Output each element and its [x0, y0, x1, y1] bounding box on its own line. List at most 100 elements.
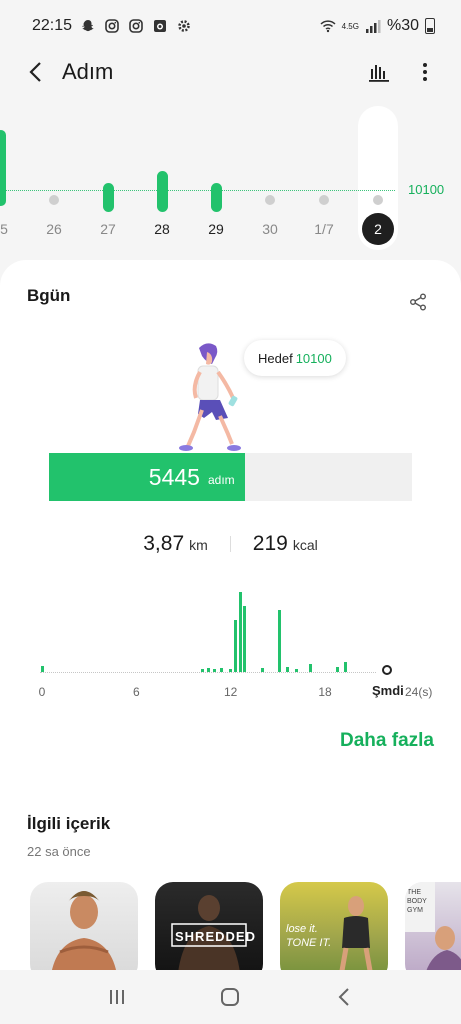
walking-person-illustration [179, 343, 241, 451]
more-link[interactable]: Daha fazla [340, 730, 434, 752]
home-icon [221, 988, 240, 1006]
thumb-3-text: lose it. TONE IT. [286, 923, 332, 949]
today-card: Bgün Hedef 10100 5445 adım 3,87 km 219 k… [0, 260, 461, 972]
goal-bubble: Hedef 10100 [244, 340, 346, 376]
day-bar-28[interactable] [156, 171, 168, 212]
step-progress-fill: 5445 adım [49, 453, 245, 501]
day-dot-1-7[interactable] [319, 195, 329, 205]
camera-app-icon [152, 18, 168, 34]
calories-unit: kcal [292, 537, 318, 553]
wifi-icon [320, 18, 336, 34]
distance-value: 3,87 [143, 532, 185, 555]
battery-icon [425, 18, 435, 34]
related-thumb-2[interactable]: SHREDDED [155, 882, 263, 972]
home-button[interactable] [210, 977, 250, 1017]
today-label: Bgün [27, 286, 71, 305]
day-bar-27[interactable] [102, 182, 114, 212]
hour-bar [40, 665, 44, 672]
hour-bar [309, 664, 313, 672]
recents-icon [109, 990, 124, 1004]
back-button[interactable] [16, 52, 56, 92]
network-type: 4.5G [341, 21, 359, 31]
hour-bar [219, 668, 223, 672]
system-nav-bar [0, 970, 461, 1024]
day-dot-2[interactable] [373, 195, 383, 205]
hour-bar [200, 668, 204, 672]
step-count: 5445 [148, 463, 200, 490]
hour-bar [233, 620, 237, 672]
shredded-workout-image [171, 895, 247, 972]
app-header: Adım [0, 52, 461, 92]
hour-bar [295, 668, 299, 672]
back-arrow-icon [29, 62, 41, 82]
share-button[interactable] [404, 288, 432, 316]
status-time: 22:15 [32, 17, 73, 34]
hour-tick-6: 6 [132, 685, 140, 699]
instagram-icon [128, 18, 144, 34]
hour-bar [213, 668, 217, 672]
more-vertical-icon [423, 63, 427, 81]
hour-tick-18: 18 [318, 685, 332, 699]
hour-bar [277, 609, 281, 672]
hour-bar [343, 662, 347, 672]
day-dot-30[interactable] [265, 195, 275, 205]
nav-back-icon [338, 988, 349, 1006]
share-icon [410, 293, 426, 311]
goal-line [0, 190, 395, 191]
day-label-29[interactable]: 29 [196, 221, 236, 237]
goal-value: 10100 [295, 350, 332, 366]
related-content-carousel[interactable]: SHREDDED lose it. TONE IT. THE BODY GYM [30, 882, 461, 972]
distance-unit: km [189, 537, 208, 553]
goal-prefix: Hedef [258, 350, 293, 366]
related-thumb-4[interactable]: THE BODY GYM [405, 882, 461, 972]
more-options-button[interactable] [409, 56, 441, 88]
selected-day-label[interactable]: 2 [362, 213, 394, 245]
snapchat-icon [80, 18, 96, 34]
fitness-man-image [51, 891, 117, 972]
related-content-title: İlgili içerik [27, 814, 111, 833]
signal-icon [365, 18, 381, 34]
hour-bar [285, 667, 289, 672]
day-label-26[interactable]: 26 [34, 221, 74, 237]
day-label-27[interactable]: 27 [88, 221, 128, 237]
related-thumb-3[interactable]: lose it. TONE IT. [280, 882, 388, 972]
now-marker [382, 665, 392, 675]
settings-icon [176, 18, 192, 34]
hour-bar [243, 606, 247, 672]
day-bar-5[interactable] [0, 130, 6, 206]
day-label-30[interactable]: 30 [250, 221, 290, 237]
calories-value: 219 [252, 532, 288, 555]
related-content-time: 22 sa önce [27, 844, 91, 859]
status-bar: 22:15 4.5G %30 [0, 0, 461, 52]
stats-divider [229, 536, 231, 552]
hour-bar [260, 668, 264, 672]
hour-bar [336, 667, 340, 672]
related-thumb-1[interactable] [30, 882, 138, 972]
trends-button[interactable] [363, 56, 395, 88]
day-bar-29[interactable] [210, 182, 222, 212]
hour-bar [238, 592, 242, 672]
instagram-icon [104, 18, 120, 34]
hour-tick-0: 0 [38, 685, 46, 699]
thumb-4-text: THE BODY GYM [407, 889, 427, 914]
hourly-steps-chart: Şmdi 24(s) 0 6 12 18 [0, 580, 461, 700]
step-unit: adım [207, 473, 235, 487]
goal-label: 10100 [408, 182, 445, 197]
hour-tick-12: 12 [223, 685, 238, 699]
day-label-5[interactable]: 5 [0, 221, 24, 237]
hourly-baseline [40, 672, 376, 673]
daily-stats: 3,87 km 219 kcal [0, 532, 461, 556]
step-progress-bar: 5445 adım [49, 453, 412, 501]
day-label-1-7[interactable]: 1/7 [304, 221, 344, 237]
nav-back-button[interactable] [324, 977, 364, 1017]
day-label-28[interactable]: 28 [142, 221, 182, 237]
hour-axis-end-label: 24(s) [405, 685, 433, 699]
thumb-2-text: SHREDDED [175, 929, 256, 944]
bar-chart-icon [369, 65, 389, 82]
now-label: Şmdi [372, 683, 404, 698]
day-dot-26[interactable] [49, 195, 59, 205]
recents-button[interactable] [97, 977, 137, 1017]
hour-bar [229, 668, 233, 672]
page-title: Adım [62, 59, 114, 84]
hour-bar [207, 668, 211, 672]
